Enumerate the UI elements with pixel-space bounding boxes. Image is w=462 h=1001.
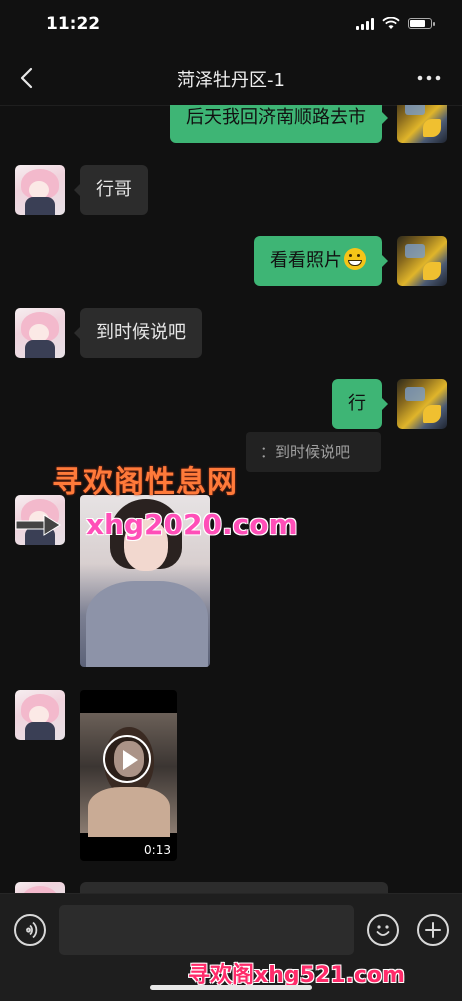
status-icons — [356, 17, 435, 30]
watermark-url: xhg2020.com — [86, 508, 298, 541]
message-text: 行 — [348, 393, 366, 414]
more-icon[interactable] — [416, 68, 442, 88]
message-bubble-in[interactable]: 到时候说吧 — [74, 308, 202, 358]
message-bubble-out[interactable]: 行 — [332, 379, 388, 429]
home-indicator[interactable] — [150, 985, 312, 990]
watermark-title: 寻欢阁性息网 — [52, 465, 238, 500]
self-avatar[interactable] — [397, 236, 447, 286]
input-bar: 寻欢阁xhg521.com — [0, 893, 462, 1001]
wifi-icon — [382, 17, 400, 29]
emoji-icon[interactable] — [367, 914, 399, 946]
message-text: 到时候说吧 — [96, 322, 186, 343]
status-time: 11:22 — [46, 14, 101, 34]
status-bar: 11:22 — [0, 0, 462, 50]
message-bubble-out[interactable]: 看看照片 — [254, 236, 388, 286]
contact-avatar[interactable] — [15, 882, 65, 893]
contact-avatar[interactable] — [15, 165, 65, 215]
video-message[interactable]: 0:13 — [80, 690, 177, 861]
contact-avatar[interactable] — [15, 308, 65, 358]
message-bubble-in[interactable] — [80, 882, 388, 893]
message-input[interactable] — [59, 905, 354, 955]
cellular-signal-icon — [356, 17, 374, 30]
battery-icon — [408, 18, 435, 29]
message-bubble-out[interactable]: 后天我回济南顺路去市 — [170, 105, 388, 143]
contact-avatar[interactable] — [15, 690, 65, 740]
grinning-face-emoji-icon — [344, 248, 366, 270]
battery-fill — [410, 20, 426, 27]
quoted-message[interactable]: ：到时候说吧 — [246, 432, 381, 472]
voice-icon[interactable] — [14, 914, 46, 946]
chat-title: 菏泽牡丹区-1 — [177, 70, 285, 91]
nav-bar: 菏泽牡丹区-1 — [0, 50, 462, 106]
plus-icon[interactable] — [417, 914, 449, 946]
message-text: 行哥 — [96, 179, 132, 200]
self-avatar[interactable] — [397, 105, 447, 143]
message-text: 后天我回济南顺路去市 — [186, 107, 366, 128]
chat-area[interactable]: 后天我回济南顺路去市 行哥 看看照片 到时候说吧 行 ：到时候说吧 0:13 寻… — [0, 105, 462, 893]
video-duration: 0:13 — [144, 843, 171, 857]
message-bubble-in[interactable]: 行哥 — [74, 165, 148, 215]
arrow-right-icon — [15, 514, 61, 536]
play-icon[interactable] — [103, 735, 151, 783]
self-avatar[interactable] — [397, 379, 447, 429]
message-text: 看看照片 — [270, 250, 342, 271]
